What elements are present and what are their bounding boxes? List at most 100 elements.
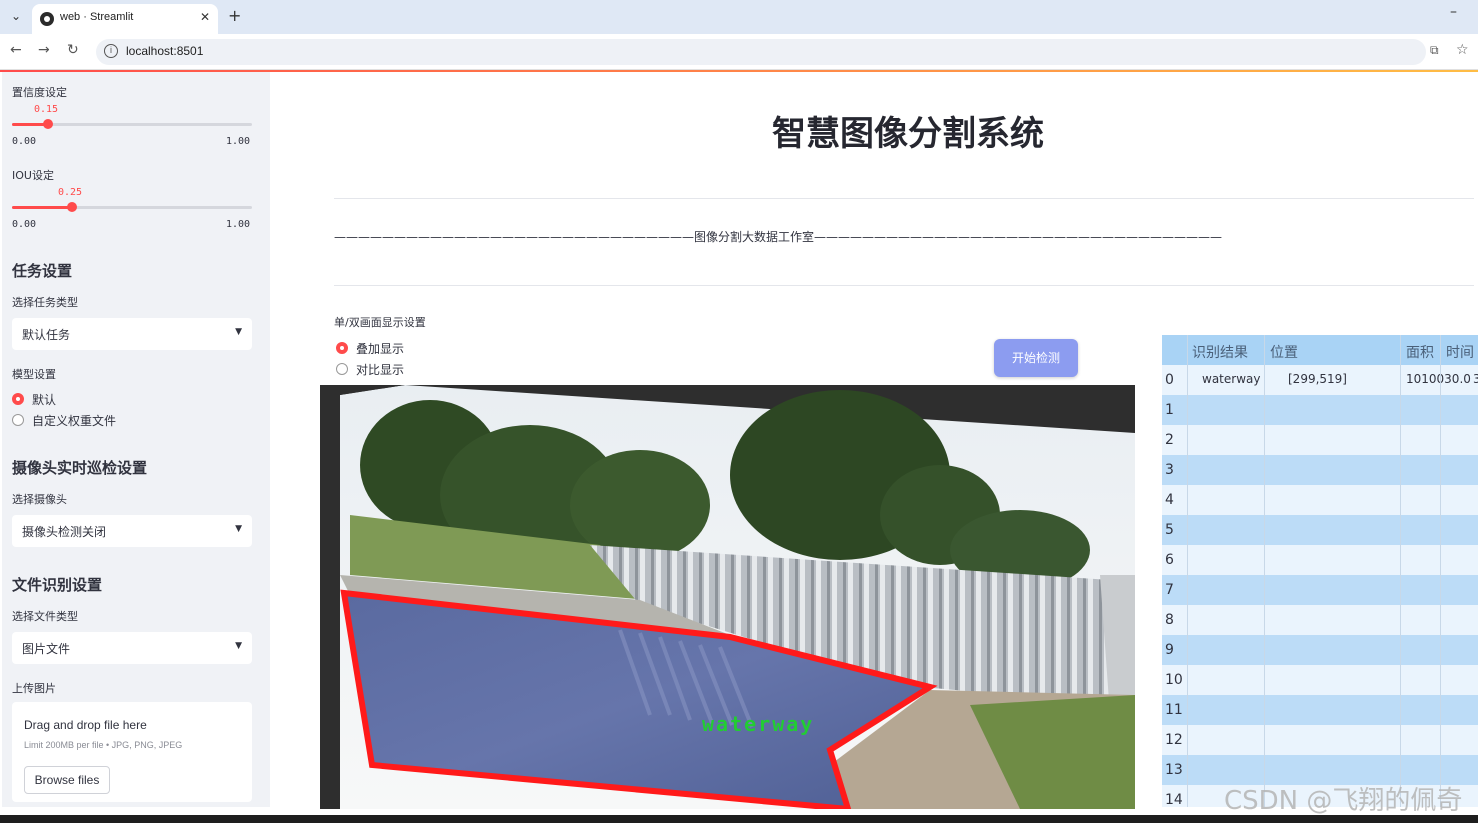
- tab-title: web · Streamlit: [60, 11, 134, 23]
- area-cell: 1010030.0: [1406, 372, 1471, 386]
- file-type-value: 图片文件: [22, 642, 71, 656]
- iou-label: IOU设定: [12, 169, 54, 182]
- column-header-position: 位置: [1270, 345, 1298, 361]
- camera-settings-header: 摄像头实时巡检设置: [12, 459, 148, 477]
- camera-select-value: 摄像头检测关闭: [22, 525, 107, 539]
- column-header-time: 时间: [1446, 345, 1474, 361]
- column-divider: [1440, 335, 1441, 807]
- drop-limit-text: Limit 200MB per file • JPG, PNG, JPEG: [24, 740, 183, 750]
- table-row[interactable]: 2: [1162, 425, 1478, 455]
- position-cell: [299,519]: [1288, 372, 1347, 386]
- row-index: 12: [1165, 732, 1183, 748]
- time-cell: 3: [1473, 372, 1478, 386]
- taskbar-strip: [0, 815, 1478, 823]
- row-index: 0: [1165, 372, 1174, 388]
- table-row[interactable]: 4: [1162, 485, 1478, 515]
- iou-slider[interactable]: [12, 202, 252, 212]
- display-option-label: 对比显示: [356, 363, 405, 377]
- task-type-select[interactable]: 默认任务 ▼: [12, 318, 252, 350]
- table-row[interactable]: 6: [1162, 545, 1478, 575]
- camera-select-label: 选择摄像头: [12, 493, 67, 506]
- confidence-min: 0.00: [12, 136, 37, 147]
- chevron-down-icon: ▼: [235, 327, 242, 337]
- url-input[interactable]: i localhost:8501: [96, 39, 1426, 65]
- page-title: 智慧图像分割系统: [772, 114, 1044, 154]
- table-row[interactable]: 5: [1162, 515, 1478, 545]
- chevron-down-icon: ▼: [235, 524, 242, 534]
- iou-slider-thumb[interactable]: [67, 202, 77, 212]
- tab-close-icon[interactable]: ✕: [200, 10, 210, 24]
- studio-subtitle: ——————————————————————————————图像分割大数据工作室…: [334, 230, 1223, 244]
- browser-tab[interactable]: web · Streamlit ✕: [32, 4, 218, 34]
- radio-selected-icon: [336, 342, 348, 354]
- watermark: CSDN @飞翔的佩奇: [1224, 786, 1463, 816]
- segmentation-image: waterway: [320, 385, 1135, 809]
- table-row[interactable]: 9: [1162, 635, 1478, 665]
- row-index: 2: [1165, 432, 1174, 448]
- table-row[interactable]: 10: [1162, 665, 1478, 695]
- tab-bar: ⌄ web · Streamlit ✕ + –: [0, 0, 1478, 34]
- iou-max: 1.00: [226, 219, 251, 230]
- site-info-icon[interactable]: i: [104, 44, 118, 58]
- row-index: 5: [1165, 522, 1174, 538]
- minimize-icon[interactable]: –: [1450, 4, 1457, 20]
- bookmark-star-icon[interactable]: ☆: [1456, 42, 1469, 58]
- row-index: 6: [1165, 552, 1174, 568]
- address-bar: ← → ↻ i localhost:8501 ⧉ ☆: [0, 34, 1478, 70]
- column-divider: [1400, 335, 1401, 807]
- confidence-value: 0.15: [34, 104, 59, 115]
- confidence-slider-thumb[interactable]: [43, 119, 53, 129]
- display-option-label: 叠加显示: [356, 342, 405, 356]
- forward-icon[interactable]: →: [38, 42, 50, 58]
- task-type-label: 选择任务类型: [12, 296, 78, 309]
- divider: [334, 198, 1474, 199]
- model-option-label: 自定义权重文件: [32, 414, 117, 428]
- table-row[interactable]: 1: [1162, 395, 1478, 425]
- table-row[interactable]: 7: [1162, 575, 1478, 605]
- chevron-down-icon: ▼: [235, 641, 242, 651]
- row-index: 8: [1165, 612, 1174, 628]
- confidence-label: 置信度设定: [12, 86, 67, 99]
- model-settings-label: 模型设置: [12, 368, 56, 381]
- iou-slider-fill: [12, 206, 72, 209]
- reload-icon[interactable]: ↻: [67, 42, 79, 58]
- back-icon[interactable]: ←: [10, 42, 22, 58]
- translate-icon[interactable]: ⧉: [1430, 43, 1446, 59]
- column-divider: [1264, 335, 1265, 807]
- task-type-value: 默认任务: [22, 328, 71, 342]
- radio-unselected-icon: [12, 414, 24, 426]
- confidence-max: 1.00: [226, 136, 251, 147]
- file-type-select[interactable]: 图片文件 ▼: [12, 632, 252, 664]
- row-index: 11: [1165, 702, 1183, 718]
- row-index: 3: [1165, 462, 1174, 478]
- table-row[interactable]: 11: [1162, 695, 1478, 725]
- upload-label: 上传图片: [12, 682, 56, 695]
- column-divider: [1187, 335, 1188, 807]
- browse-files-button[interactable]: Browse files: [24, 766, 110, 794]
- row-index: 13: [1165, 762, 1183, 778]
- display-mode-label: 单/双画面显示设置: [334, 316, 426, 329]
- column-header-result: 识别结果: [1192, 345, 1248, 361]
- camera-select[interactable]: 摄像头检测关闭 ▼: [12, 515, 252, 547]
- iou-value: 0.25: [58, 187, 83, 198]
- file-settings-header: 文件识别设置: [12, 576, 103, 594]
- table-row[interactable]: 3: [1162, 455, 1478, 485]
- iou-min: 0.00: [12, 219, 37, 230]
- file-dropzone[interactable]: Drag and drop file here Limit 200MB per …: [12, 702, 252, 802]
- confidence-slider[interactable]: [12, 119, 252, 129]
- browser-window: ⌄ web · Streamlit ✕ + – ← → ↻ i localhos…: [0, 0, 1478, 823]
- table-row[interactable]: 0 waterway [299,519] 1010030.0 3: [1162, 365, 1478, 395]
- radio-unselected-icon: [336, 363, 348, 375]
- url-text: localhost:8501: [126, 44, 204, 58]
- tab-search-icon[interactable]: ⌄: [6, 6, 26, 26]
- new-tab-button[interactable]: +: [228, 6, 241, 25]
- detection-label: waterway: [702, 712, 814, 736]
- table-row[interactable]: 8: [1162, 605, 1478, 635]
- divider: [334, 285, 1474, 286]
- start-detection-button[interactable]: 开始检测: [994, 339, 1078, 377]
- column-header-area: 面积: [1406, 345, 1434, 361]
- result-cell: waterway: [1202, 372, 1261, 386]
- row-index: 1: [1165, 402, 1174, 418]
- table-row[interactable]: 12: [1162, 725, 1478, 755]
- file-type-label: 选择文件类型: [12, 610, 78, 623]
